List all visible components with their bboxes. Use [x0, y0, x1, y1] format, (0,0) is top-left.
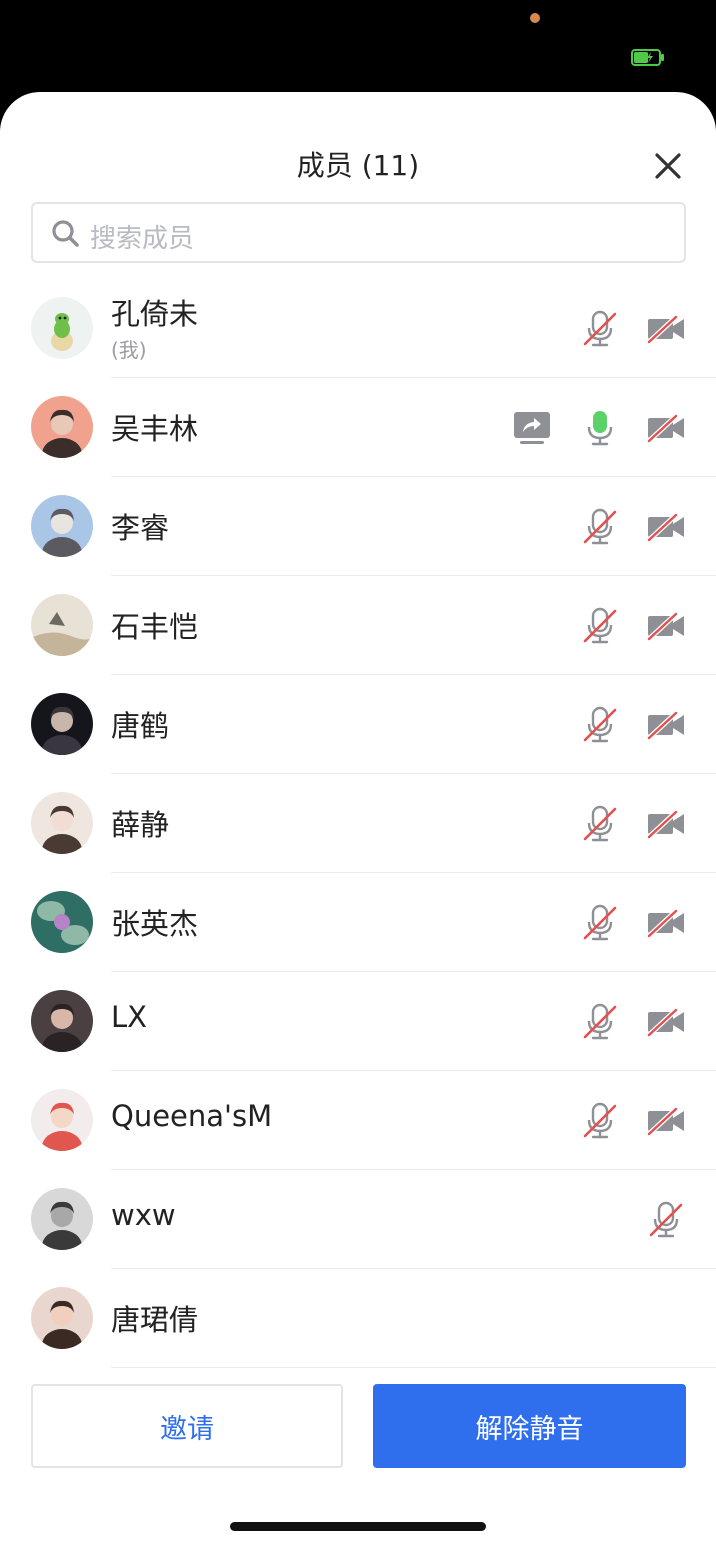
member-self-tag: (我) [111, 338, 147, 362]
mic-muted-icon[interactable] [580, 309, 620, 349]
search-input[interactable]: 搜索成员 [31, 202, 686, 263]
mic-active-icon[interactable] [580, 408, 620, 448]
avatar [31, 594, 93, 656]
page-title: 成员 (11) [296, 149, 420, 182]
avatar [31, 693, 93, 755]
member-row[interactable]: 石丰恺 [0, 576, 716, 675]
member-row[interactable]: 唐鹤 [0, 675, 716, 774]
unmute-all-button[interactable]: 解除静音 [373, 1384, 686, 1468]
member-row[interactable]: 唐珺倩 [0, 1269, 716, 1368]
row-divider [111, 1367, 716, 1368]
close-button[interactable] [650, 148, 686, 184]
screen-share-icon [512, 408, 552, 448]
camera-off-icon[interactable] [646, 705, 686, 745]
mic-muted-icon[interactable] [580, 606, 620, 646]
avatar [31, 1188, 93, 1250]
home-indicator[interactable] [230, 1522, 486, 1531]
camera-off-icon[interactable] [646, 1002, 686, 1042]
camera-off-icon[interactable] [646, 804, 686, 844]
avatar [31, 495, 93, 557]
close-icon [655, 153, 681, 179]
member-name: LX [111, 1000, 148, 1034]
mic-muted-icon[interactable] [580, 1101, 620, 1141]
camera-off-icon[interactable] [646, 309, 686, 349]
member-name: wxw [111, 1198, 176, 1232]
mic-muted-icon[interactable] [580, 1002, 620, 1042]
member-row[interactable]: 李睿 [0, 477, 716, 576]
member-name: 薛静 [111, 808, 170, 842]
search-placeholder: 搜索成员 [90, 224, 195, 254]
member-name: 吴丰林 [111, 412, 199, 446]
member-name: 李睿 [111, 511, 170, 545]
member-name: 孔倚未 [111, 297, 199, 331]
member-name: 石丰恺 [111, 610, 199, 644]
mic-muted-icon[interactable] [646, 1200, 686, 1240]
avatar [31, 1287, 93, 1349]
member-row[interactable]: 吴丰林 [0, 378, 716, 477]
member-row[interactable]: Queena'sM [0, 1071, 716, 1170]
mic-muted-icon[interactable] [580, 903, 620, 943]
search-icon [52, 220, 79, 247]
member-row[interactable]: wxw [0, 1170, 716, 1269]
avatar [31, 990, 93, 1052]
camera-off-icon[interactable] [646, 1101, 686, 1141]
avatar [31, 891, 93, 953]
member-row[interactable]: 孔倚未 (我) [0, 279, 716, 378]
battery-charging-icon [631, 49, 664, 66]
avatar [31, 297, 93, 359]
member-name: 唐鹤 [111, 709, 170, 743]
invite-button[interactable]: 邀请 [31, 1384, 343, 1468]
member-row[interactable]: 张英杰 [0, 873, 716, 972]
mic-muted-icon[interactable] [580, 804, 620, 844]
member-list: 孔倚未 (我) 吴丰林李睿石丰恺唐鹤薛静张英杰 LX Queena'sM wxw 唐珺倩 [0, 279, 716, 1368]
mic-muted-icon[interactable] [580, 705, 620, 745]
avatar [31, 792, 93, 854]
members-sheet: 成员 (11) 搜索成员 孔倚未 (我) 吴丰林李睿石丰恺唐鹤薛静张英杰 LX Quee… [0, 92, 716, 1548]
avatar [31, 1089, 93, 1151]
avatar [31, 396, 93, 458]
camera-indicator-dot [530, 13, 540, 23]
camera-off-icon[interactable] [646, 408, 686, 448]
member-name: Queena'sM [111, 1099, 273, 1133]
member-row[interactable]: LX [0, 972, 716, 1071]
member-name: 唐珺倩 [111, 1303, 199, 1337]
mic-muted-icon[interactable] [580, 507, 620, 547]
member-name: 张英杰 [111, 907, 199, 941]
camera-off-icon[interactable] [646, 903, 686, 943]
camera-off-icon[interactable] [646, 606, 686, 646]
member-row[interactable]: 薛静 [0, 774, 716, 873]
camera-off-icon[interactable] [646, 507, 686, 547]
